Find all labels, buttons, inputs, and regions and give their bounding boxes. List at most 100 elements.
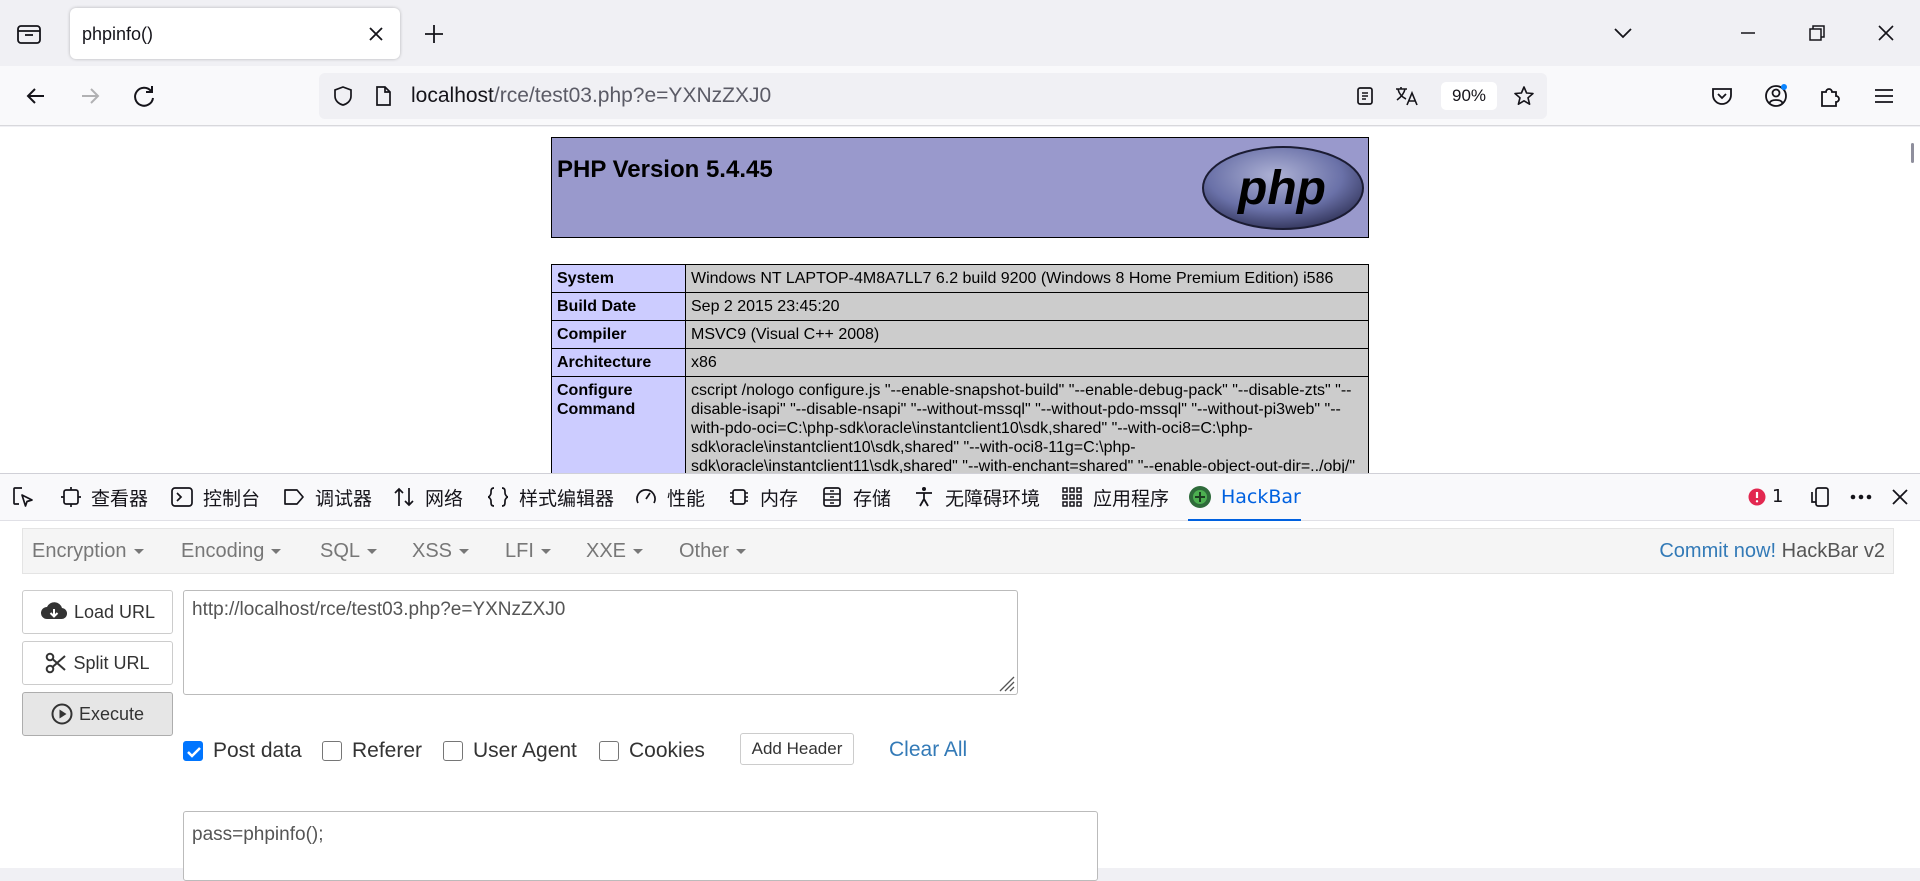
navigation-bar: localhost/rce/test03.php?e=YXNzZXJ0 90% bbox=[0, 66, 1920, 126]
svg-text:php: php bbox=[1236, 162, 1326, 215]
performance-icon bbox=[636, 489, 656, 504]
split-url-button[interactable]: Split URL bbox=[22, 641, 173, 685]
php-version-header: PHP Version 5.4.45 php bbox=[551, 137, 1369, 238]
post-data-textarea[interactable]: pass=phpinfo(); bbox=[183, 811, 1098, 881]
tab-list-icon[interactable] bbox=[14, 20, 44, 48]
page-icon[interactable] bbox=[371, 84, 395, 108]
tab-hackbar[interactable]: HackBar bbox=[1188, 474, 1301, 521]
tab-accessibility[interactable]: 无障碍环境 bbox=[912, 474, 1040, 520]
checkbox-unchecked[interactable] bbox=[322, 741, 342, 761]
menu-xss[interactable]: XSS bbox=[412, 529, 470, 573]
zoom-level[interactable]: 90% bbox=[1441, 82, 1497, 110]
menu-sql[interactable]: SQL bbox=[320, 529, 378, 573]
resize-handle-icon[interactable] bbox=[997, 674, 1015, 692]
row-key: Configure Command bbox=[551, 376, 686, 473]
tab-label: 应用程序 bbox=[1093, 487, 1170, 510]
tab-storage[interactable]: 存储 bbox=[820, 474, 891, 520]
hackbar-panel: Encryption Encoding SQL XSS LFI XXE Othe… bbox=[0, 521, 1920, 881]
execute-button[interactable]: Execute bbox=[22, 692, 173, 736]
row-value: MSVC9 (Visual C++ 2008) bbox=[685, 320, 1369, 349]
reload-icon[interactable] bbox=[130, 82, 158, 110]
new-tab-icon[interactable] bbox=[422, 22, 446, 46]
menu-encryption[interactable]: Encryption bbox=[32, 529, 144, 573]
list-all-tabs-icon[interactable] bbox=[1610, 20, 1636, 46]
console-icon bbox=[171, 487, 193, 507]
style-editor-icon bbox=[487, 487, 509, 507]
row-key: Architecture bbox=[551, 348, 686, 377]
inspector-icon bbox=[61, 487, 81, 507]
error-count[interactable]: 1 bbox=[1748, 486, 1783, 507]
add-header-button[interactable]: Add Header bbox=[740, 733, 854, 765]
storage-icon bbox=[823, 487, 841, 507]
network-icon bbox=[394, 487, 414, 507]
element-picker-icon[interactable] bbox=[10, 474, 36, 520]
page-scrollbar[interactable] bbox=[1911, 143, 1914, 163]
checkbox-checked[interactable] bbox=[183, 741, 203, 761]
menu-encoding[interactable]: Encoding bbox=[181, 529, 282, 573]
page-content: PHP Version 5.4.45 php System Windows NT … bbox=[0, 127, 1920, 473]
cookies-checkbox[interactable]: Cookies bbox=[599, 739, 705, 763]
pocket-icon[interactable] bbox=[1708, 82, 1736, 110]
translate-icon[interactable] bbox=[1394, 84, 1420, 108]
referer-checkbox[interactable]: Referer bbox=[322, 739, 422, 763]
tab-memory[interactable]: 内存 bbox=[727, 474, 798, 520]
tab-debugger[interactable]: 调试器 bbox=[282, 474, 372, 520]
table-row: System Windows NT LAPTOP-4M8A7LL7 6.2 bui… bbox=[551, 264, 1369, 293]
tab-label: 样式编辑器 bbox=[519, 487, 615, 510]
row-key: Build Date bbox=[551, 292, 686, 321]
minimize-icon[interactable] bbox=[1735, 20, 1761, 46]
tab-style-editor[interactable]: 样式编辑器 bbox=[486, 474, 614, 520]
browser-tab[interactable]: phpinfo() bbox=[70, 8, 400, 59]
table-row: Compiler MSVC9 (Visual C++ 2008) bbox=[551, 320, 1369, 349]
tab-close-icon[interactable] bbox=[366, 24, 386, 44]
url-text[interactable]: localhost/rce/test03.php?e=YXNzZXJ0 bbox=[411, 84, 771, 108]
close-devtools-icon[interactable] bbox=[1888, 474, 1912, 520]
tab-label: 内存 bbox=[760, 487, 799, 510]
row-value: x86 bbox=[685, 348, 1369, 377]
tab-inspector[interactable]: 查看器 bbox=[60, 474, 148, 520]
restore-icon[interactable] bbox=[1804, 20, 1830, 46]
menu-lfi[interactable]: LFI bbox=[505, 529, 551, 573]
more-options-icon[interactable] bbox=[1848, 474, 1874, 520]
tab-label: 性能 bbox=[667, 487, 706, 510]
cloud-download-icon bbox=[40, 602, 67, 620]
user-agent-checkbox[interactable]: User Agent bbox=[443, 739, 577, 763]
table-row: Architecture x86 bbox=[551, 348, 1369, 377]
tab-label: 无障碍环境 bbox=[945, 487, 1041, 510]
account-icon[interactable] bbox=[1762, 82, 1790, 110]
post-data-checkbox[interactable]: Post data bbox=[183, 739, 302, 763]
checkbox-unchecked[interactable] bbox=[443, 741, 463, 761]
url-bar[interactable]: localhost/rce/test03.php?e=YXNzZXJ0 90% bbox=[319, 73, 1547, 119]
tab-label: HackBar bbox=[1221, 486, 1301, 508]
forward-icon[interactable] bbox=[76, 82, 104, 110]
table-row: Build Date Sep 2 2015 23:45:20 bbox=[551, 292, 1369, 321]
scissors-icon bbox=[46, 652, 67, 674]
close-window-icon[interactable] bbox=[1873, 20, 1899, 46]
tab-title: phpinfo() bbox=[82, 24, 154, 44]
tab-network[interactable]: 网络 bbox=[392, 474, 463, 520]
tab-performance[interactable]: 性能 bbox=[634, 474, 705, 520]
back-icon[interactable] bbox=[22, 82, 50, 110]
url-textarea[interactable]: http://localhost/rce/test03.php?e=YXNzZX… bbox=[183, 590, 1018, 695]
checkbox-unchecked[interactable] bbox=[599, 741, 619, 761]
row-key: Compiler bbox=[551, 320, 686, 349]
menu-other[interactable]: Other bbox=[679, 529, 747, 573]
commit-now-link[interactable]: Commit now! bbox=[1659, 540, 1776, 562]
error-icon bbox=[1748, 488, 1766, 505]
tab-label: 调试器 bbox=[315, 487, 373, 510]
tab-strip: phpinfo() bbox=[0, 0, 1920, 66]
clear-all-link[interactable]: Clear All bbox=[889, 738, 967, 762]
responsive-design-icon[interactable] bbox=[1808, 474, 1832, 520]
shield-icon[interactable] bbox=[331, 84, 355, 108]
tab-label: 存储 bbox=[853, 487, 892, 510]
menu-icon[interactable] bbox=[1870, 82, 1898, 110]
tab-application[interactable]: 应用程序 bbox=[1060, 474, 1169, 520]
hackbar-commit: Commit now! HackBar v2 bbox=[1659, 529, 1885, 573]
tab-console[interactable]: 控制台 bbox=[170, 474, 260, 520]
extensions-icon[interactable] bbox=[1816, 82, 1844, 110]
bookmark-star-icon[interactable] bbox=[1512, 84, 1536, 108]
load-url-button[interactable]: Load URL bbox=[22, 590, 173, 634]
row-value: Sep 2 2015 23:45:20 bbox=[685, 292, 1369, 321]
menu-xxe[interactable]: XXE bbox=[586, 529, 644, 573]
reader-view-icon[interactable] bbox=[1353, 84, 1377, 108]
